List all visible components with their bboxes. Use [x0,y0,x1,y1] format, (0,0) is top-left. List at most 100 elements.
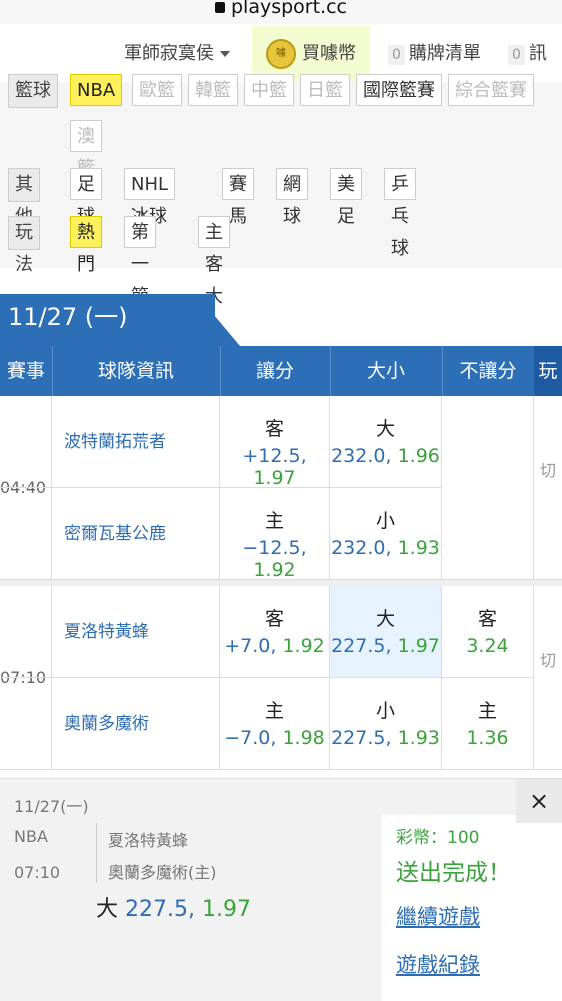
spread-odds: 1.92 [253,559,296,581]
tag-home-away-total[interactable]: 主客大小 [198,216,230,339]
spread-home-cell[interactable]: 主 −12.5, 1.92 [220,488,330,581]
tag-nba[interactable]: NBA [70,74,123,106]
away-team[interactable]: 夏洛特黃蜂 [0,586,220,678]
tag-nfl[interactable]: 美足 [330,168,362,227]
pick-label: 大 [96,897,119,922]
tag-hot[interactable]: 熱門 [70,216,102,275]
tag-tabletennis[interactable]: 乒乓球 [384,168,416,259]
bet-confirmation-popup: 11/27(一) NBA 07:10 夏洛特黃蜂 奧蘭多魔術(主) 大 227.… [0,778,562,1001]
total-over-cell-selected[interactable]: 大 227.5, 1.97 [330,586,442,678]
filter-panel: 籃球 NBA 歐籃 韓籃 中籃 日籃 國際籃賽 綜合籃賽 澳籃 其他 足球 NH… [0,74,562,339]
tag-tennis[interactable]: 網球 [276,168,308,227]
total-over-cell[interactable]: 大 232.0, 1.96 [330,396,442,488]
popup-team1: 夏洛特黃蜂 [108,831,189,850]
spread-away-cell[interactable]: 客 +7.0, 1.92 [220,586,330,678]
tag-first-quarter[interactable]: 第一節 [124,216,156,307]
total-line: 227.5, [331,635,392,657]
spread-away-cell[interactable]: 客 +12.5, 1.97 [220,396,330,489]
popup-date: 11/27(一) [14,797,89,816]
filter-row-basketball: 籃球 NBA 歐籃 韓籃 中籃 日籃 國際籃賽 綜合籃賽 [8,74,562,108]
total-line: 227.5, [331,727,392,749]
total-line: 232.0, [331,537,392,559]
home-team[interactable]: 密爾瓦基公鹿 [0,488,220,580]
spread-home-cell[interactable]: 主 −7.0, 1.98 [220,678,330,770]
spread-label: 客 [264,608,284,630]
date-tab[interactable]: 11/27 (一) [0,294,215,346]
total-label: 小 [375,700,395,722]
total-under-cell[interactable]: 小 232.0, 1.93 [330,488,442,580]
spread-label: 主 [264,700,284,722]
spread-line: −7.0, [224,727,277,749]
cart-count: 0 [388,45,405,65]
divider [96,823,97,883]
tag-intl[interactable]: 國際籃賽 [356,74,442,106]
popup-pick: 大 227.5, 1.97 [96,891,251,923]
header-moneyline: 不讓分 [442,346,535,396]
spread-label: 主 [264,510,284,532]
moneyline-home-cell[interactable]: 主 1.36 [442,678,534,770]
url-text: playsport.cc [230,0,347,18]
filter-label: 籃球 [8,74,58,108]
tag-china[interactable]: 中籃 [244,74,294,106]
total-under-cell[interactable]: 小 227.5, 1.93 [330,678,442,770]
moneyline-label: 客 [477,608,497,630]
pick-line: 227.5, [125,897,195,922]
tag-euro[interactable]: 歐籃 [132,74,182,106]
filter-label: 玩法 [8,216,40,275]
away-team[interactable]: 波特蘭拓荒者 [0,396,220,488]
filter-label: 其他 [8,168,40,227]
total-label: 大 [375,608,395,630]
tag-japan[interactable]: 日籃 [300,74,350,106]
table-header: 賽事 球隊資訊 讓分 大小 不讓分 玩 [0,346,562,396]
tag-soccer[interactable]: 足球 [70,168,102,227]
user-menu-label: 軍師寂寞侯 [124,43,214,64]
popup-league: NBA [14,827,48,846]
header-total: 大小 [330,346,443,396]
tag-mixed[interactable]: 綜合籃賽 [448,74,534,106]
buy-coin-label: 買噱幣 [302,43,356,64]
tag-horse[interactable]: 賽馬 [222,168,254,227]
lock-icon [214,2,225,13]
total-line: 232.0, [331,445,392,467]
coin-balance: 彩幣：100 [396,828,480,848]
moneyline-odds: 3.24 [466,635,509,657]
submit-done-message: 送出完成！ [396,860,511,886]
continue-game-link[interactable]: 繼續遊戲 [396,901,480,931]
switch-button[interactable]: 切 [534,586,562,770]
game-row: 07:10 夏洛特黃蜂 奧蘭多魔術 客 +7.0, 1.92 主 −7.0, 1.9… [0,586,562,770]
total-odds: 1.97 [397,635,440,657]
moneyline-cell [442,396,534,580]
header-play[interactable]: 玩 [534,346,562,396]
message-count: 0 [508,45,525,65]
tag-korea[interactable]: 韓籃 [188,74,238,106]
spread-odds: 1.98 [282,727,325,749]
tag-australia[interactable]: 澳籃 [70,120,102,179]
header-team: 球隊資訊 [52,346,221,396]
home-team[interactable]: 奧蘭多魔術 [0,678,220,770]
popup-result-panel: 彩幣：100 送出完成！ 繼續遊戲 遊戲紀錄 [382,815,562,1001]
header-spread: 讓分 [220,346,331,396]
spread-odds: 1.97 [253,467,296,489]
total-label: 大 [375,418,395,440]
total-odds: 1.93 [397,537,440,559]
game-row: 04:40 波特蘭拓荒者 密爾瓦基公鹿 客 +12.5, 1.97 主 −12.5,… [0,396,562,581]
spread-line: −12.5, [242,537,307,559]
total-odds: 1.96 [397,445,440,467]
moneyline-away-cell[interactable]: 客 3.24 [442,586,534,678]
game-record-link[interactable]: 遊戲紀錄 [396,949,480,979]
popup-time: 07:10 [14,863,61,882]
header-event: 賽事 [0,346,53,396]
moneyline-label: 主 [477,700,497,722]
popup-team2: 奧蘭多魔術(主) [108,863,217,882]
close-icon[interactable]: × [516,779,562,823]
total-odds: 1.93 [397,727,440,749]
spread-line: +12.5, [242,445,307,467]
pick-odds: 1.97 [202,897,251,922]
switch-button[interactable]: 切 [534,396,562,580]
chevron-down-icon [220,51,230,57]
spread-label: 客 [264,418,284,440]
cart-label: 購牌清單 [408,43,481,64]
url-bar[interactable]: playsport.cc [0,0,562,24]
coin-icon: 噱 [266,39,296,69]
tag-nhl[interactable]: NHL冰球 [124,168,176,227]
